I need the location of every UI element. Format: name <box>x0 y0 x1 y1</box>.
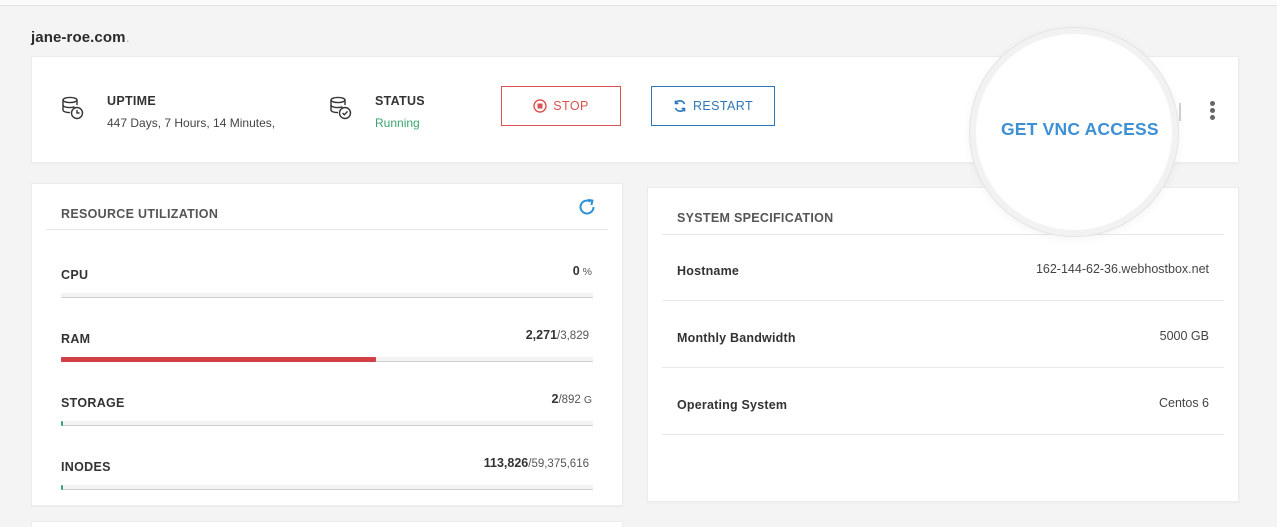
spec-value: 5000 GB <box>1159 329 1209 343</box>
resource-label: RAM <box>61 332 91 346</box>
spec-row-divider <box>662 367 1224 368</box>
resource-title-divider <box>46 229 608 230</box>
status-label: STATUS <box>375 94 425 108</box>
resource-unit: % <box>582 266 592 278</box>
spec-label: Operating System <box>677 398 788 412</box>
resource-progress-fill <box>61 357 377 362</box>
resource-label: STORAGE <box>61 396 125 410</box>
resource-unit: G <box>583 394 592 406</box>
resource-total: 59,375,616 <box>531 458 589 470</box>
refresh-icon[interactable] <box>577 197 597 217</box>
database-clock-icon <box>62 96 84 120</box>
resource-used: 2,271 <box>525 328 558 342</box>
resource-label: CPU <box>61 268 89 282</box>
resource-value: 113,826/59,375,616 <box>484 456 592 470</box>
resource-utilization-card: RESOURCE UTILIZATION CPU 0% RAM 2,271/3,829… <box>31 183 623 506</box>
restart-button[interactable]: RESTART <box>651 86 775 126</box>
resource-total: 3,829 <box>560 330 589 342</box>
restart-button-label: RESTART <box>693 99 753 113</box>
resource-progress-bar <box>61 293 593 298</box>
domain-dot: . <box>125 29 130 46</box>
resource-progress-fill <box>61 421 63 426</box>
spec-value: Centos 6 <box>1158 396 1209 410</box>
spec-label: Hostname <box>677 264 740 278</box>
domain-name: jane-roe.com <box>31 29 126 46</box>
spec-label: Monthly Bandwidth <box>677 331 796 345</box>
vnc-divider <box>1179 103 1181 121</box>
system-specification-title: SYSTEM SPECIFICATION <box>677 211 834 225</box>
status-value: Running <box>375 116 420 130</box>
resource-value: 2/892 G <box>551 392 592 406</box>
spec-value: 162-144-62-36.webhostbox.net <box>1035 262 1209 276</box>
resource-progress-bar <box>61 357 593 362</box>
page-title: jane-roe.com. <box>31 29 130 46</box>
stop-button[interactable]: STOP <box>501 86 621 126</box>
resource-used: 0 <box>572 264 580 278</box>
stop-icon <box>533 99 547 113</box>
system-specification-card: SYSTEM SPECIFICATION Hostname 162-144-62-… <box>647 187 1239 502</box>
spec-row-divider <box>662 300 1224 301</box>
resource-progress-fill <box>61 485 63 490</box>
spec-title-divider <box>662 234 1224 235</box>
resource-used: 113,826 <box>483 456 529 470</box>
more-options-icon[interactable] <box>1205 101 1219 123</box>
restart-icon <box>674 100 686 112</box>
resource-total: 892 <box>561 394 581 406</box>
resource-progress-bar <box>61 485 593 490</box>
vnc-access-link[interactable]: GET VNC ACCESS <box>1001 119 1159 140</box>
top-divider <box>0 5 1277 6</box>
resource-value: 2,271/3,829 <box>526 328 592 342</box>
uptime-value: 447 Days, 7 Hours, 14 Minutes, <box>107 116 276 130</box>
uptime-label: UPTIME <box>107 94 157 108</box>
database-check-icon <box>330 96 352 120</box>
next-card-edge <box>31 521 623 527</box>
resource-utilization-title: RESOURCE UTILIZATION <box>61 207 219 221</box>
stop-button-label: STOP <box>553 99 589 113</box>
resource-value: 0% <box>573 264 592 278</box>
spec-row-divider <box>662 434 1224 435</box>
resource-label: INODES <box>61 460 111 474</box>
resource-progress-bar <box>61 421 593 426</box>
